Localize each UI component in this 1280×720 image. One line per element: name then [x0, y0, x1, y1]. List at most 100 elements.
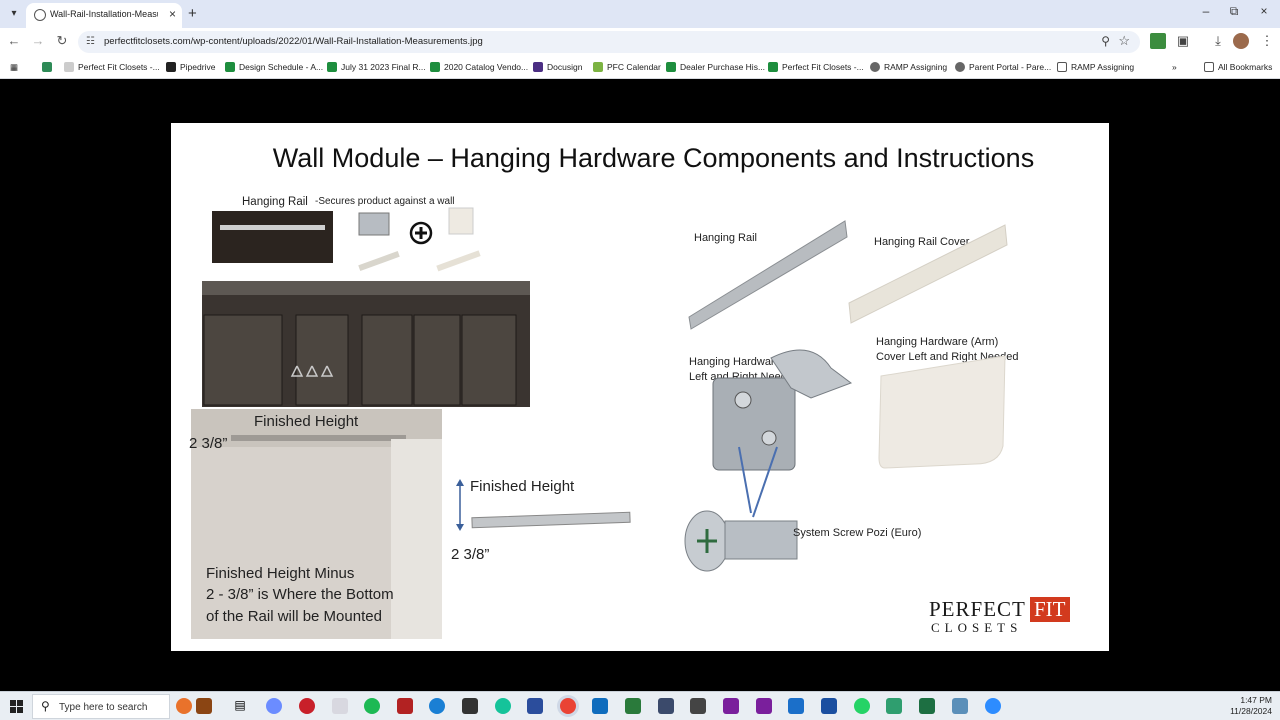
bookmark-item[interactable]: RAMP Assigning: [1057, 60, 1134, 74]
app-icon[interactable]: [332, 698, 348, 714]
bookmark-item[interactable]: Pipedrive: [166, 60, 215, 74]
logo-word-closets: CLOSETS: [931, 620, 1023, 635]
bookmark-item[interactable]: Dealer Purchase His...: [666, 60, 765, 74]
system-clock[interactable]: 1:47 PM 11/28/2024: [1230, 695, 1272, 717]
search-placeholder: Type here to search: [59, 702, 148, 713]
bookmark-label: Perfect Fit Closets -...: [78, 62, 160, 72]
forward-button[interactable]: →: [30, 33, 46, 48]
download-icon[interactable]: ⤓: [1210, 33, 1226, 49]
bookmark-item[interactable]: July 31 2023 Final R...: [327, 60, 426, 74]
bookmark-item[interactable]: RAMP Assigning: [870, 60, 947, 74]
bookmark-label: RAMP Assigning: [884, 62, 948, 72]
bookmark-item[interactable]: 2020 Catalog Vendo...: [430, 60, 528, 74]
sheets-icon: [666, 62, 676, 72]
app-icon[interactable]: [690, 698, 706, 714]
pipedrive-icon: [166, 62, 176, 72]
chrome-icon[interactable]: [560, 698, 576, 714]
new-tab-button[interactable]: +: [188, 5, 197, 22]
globe-icon: [955, 62, 965, 72]
tab-close-icon[interactable]: ×: [169, 7, 176, 21]
windows-start-icon[interactable]: [10, 700, 23, 713]
weather-widget-icon[interactable]: [176, 698, 192, 714]
apps-grid-icon[interactable]: ▦: [10, 60, 18, 74]
globe-icon: [34, 9, 46, 21]
grammarly-icon[interactable]: [495, 698, 511, 714]
back-button[interactable]: ←: [6, 33, 22, 48]
tab-search-chevron-icon[interactable]: ▾: [6, 6, 22, 22]
excel-icon[interactable]: [919, 698, 935, 714]
minimize-button[interactable]: –: [1196, 4, 1216, 18]
all-bookmarks[interactable]: All Bookmarks: [1204, 60, 1272, 74]
task-view-icon[interactable]: ▤: [232, 698, 248, 714]
window-close-button[interactable]: ×: [1254, 4, 1274, 18]
system-screw-illustration: [684, 510, 798, 572]
app-icon[interactable]: [723, 698, 739, 714]
clock-date: 11/28/2024: [1230, 706, 1272, 716]
bookmark-item[interactable]: [42, 60, 56, 74]
bookmark-label: Dealer Purchase His...: [680, 62, 766, 72]
app-icon[interactable]: [756, 698, 772, 714]
slide-title: Wall Module – Hanging Hardware Component…: [272, 143, 1035, 173]
bookmark-item[interactable]: Perfect Fit Closets -...: [768, 60, 864, 74]
sheets-icon: [430, 62, 440, 72]
app-icon[interactable]: [886, 698, 902, 714]
address-bar[interactable]: ☷ perfectfitclosets.com/wp-content/uploa…: [78, 31, 1140, 53]
bookmark-label: Docusign: [547, 62, 583, 72]
extensions-puzzle-icon[interactable]: ▣: [1175, 33, 1191, 49]
bookmark-label: PFC Calendar: [607, 62, 661, 72]
bookmarks-overflow-icon[interactable]: »: [1172, 60, 1177, 74]
widget-icon[interactable]: [196, 698, 212, 714]
app-icon[interactable]: [952, 698, 968, 714]
app-icon[interactable]: [658, 698, 674, 714]
bookmark-item[interactable]: Parent Portal - Pare...: [955, 60, 1051, 74]
app-icon[interactable]: [821, 698, 837, 714]
bookmark-label: Perfect Fit Closets -...: [782, 62, 864, 72]
tab-title: Wall-Rail-Installation-Measurem: [50, 9, 158, 19]
copilot-icon[interactable]: [266, 698, 282, 714]
label-measure-left: 2 3/8”: [189, 435, 228, 452]
rail-photo: [212, 211, 333, 263]
zoom-app-icon[interactable]: [985, 698, 1001, 714]
menu-kebab-icon[interactable]: ⋮: [1259, 33, 1275, 49]
bookmark-item[interactable]: PFC Calendar: [593, 60, 661, 74]
app-red-icon[interactable]: [299, 698, 315, 714]
hanging-rail-illustration: [688, 220, 848, 330]
bookmark-star-icon[interactable]: ☆: [1118, 33, 1130, 49]
sheets-icon: [42, 62, 52, 72]
site-info-icon[interactable]: ☷: [86, 36, 97, 47]
bookmark-label: Pipedrive: [180, 62, 216, 72]
app-icon[interactable]: [397, 698, 413, 714]
ramp-icon: [1057, 62, 1067, 72]
bookmarks-bar: ▦ Perfect Fit Closets -... Pipedrive Des…: [0, 55, 1280, 79]
whatsapp-icon[interactable]: [854, 698, 870, 714]
bookmark-item[interactable]: Design Schedule - A...: [225, 60, 323, 74]
bookmark-item[interactable]: Perfect Fit Closets -...: [64, 60, 160, 74]
url-text: perfectfitclosets.com/wp-content/uploads…: [104, 36, 483, 47]
app-icon[interactable]: [625, 698, 641, 714]
logo-word-perfect: PERFECT: [929, 597, 1026, 621]
restore-button[interactable]: ⧉: [1224, 4, 1244, 19]
search-icon: ⚲: [41, 699, 50, 713]
bookmark-label: Parent Portal - Pare...: [969, 62, 1052, 72]
app-icon[interactable]: [788, 698, 804, 714]
taskbar-search[interactable]: ⚲ Type here to search: [32, 694, 170, 719]
label-finished-height-top: Finished Height: [254, 413, 359, 430]
docusign-icon: [533, 62, 543, 72]
edge-icon[interactable]: [429, 698, 445, 714]
spotify-icon[interactable]: [364, 698, 380, 714]
label-finished-height-right: Finished Height: [470, 478, 575, 495]
label-measure-right: 2 3/8”: [451, 546, 490, 563]
profile-avatar[interactable]: [1233, 33, 1249, 49]
sheets-icon: [327, 62, 337, 72]
active-tab[interactable]: Wall-Rail-Installation-Measurem ×: [26, 3, 182, 28]
bookmark-label: 2020 Catalog Vendo...: [444, 62, 529, 72]
closet-wall-illustration: [202, 281, 530, 407]
label-screw: System Screw Pozi (Euro): [793, 527, 922, 539]
bookmark-item[interactable]: Docusign: [533, 60, 582, 74]
zoom-icon[interactable]: ⚲: [1101, 34, 1110, 48]
extension-sheets-icon[interactable]: [1150, 33, 1166, 49]
app-icon[interactable]: [527, 698, 543, 714]
app-icon[interactable]: [462, 698, 478, 714]
store-icon[interactable]: [592, 698, 608, 714]
reload-button[interactable]: ↻: [54, 33, 70, 49]
